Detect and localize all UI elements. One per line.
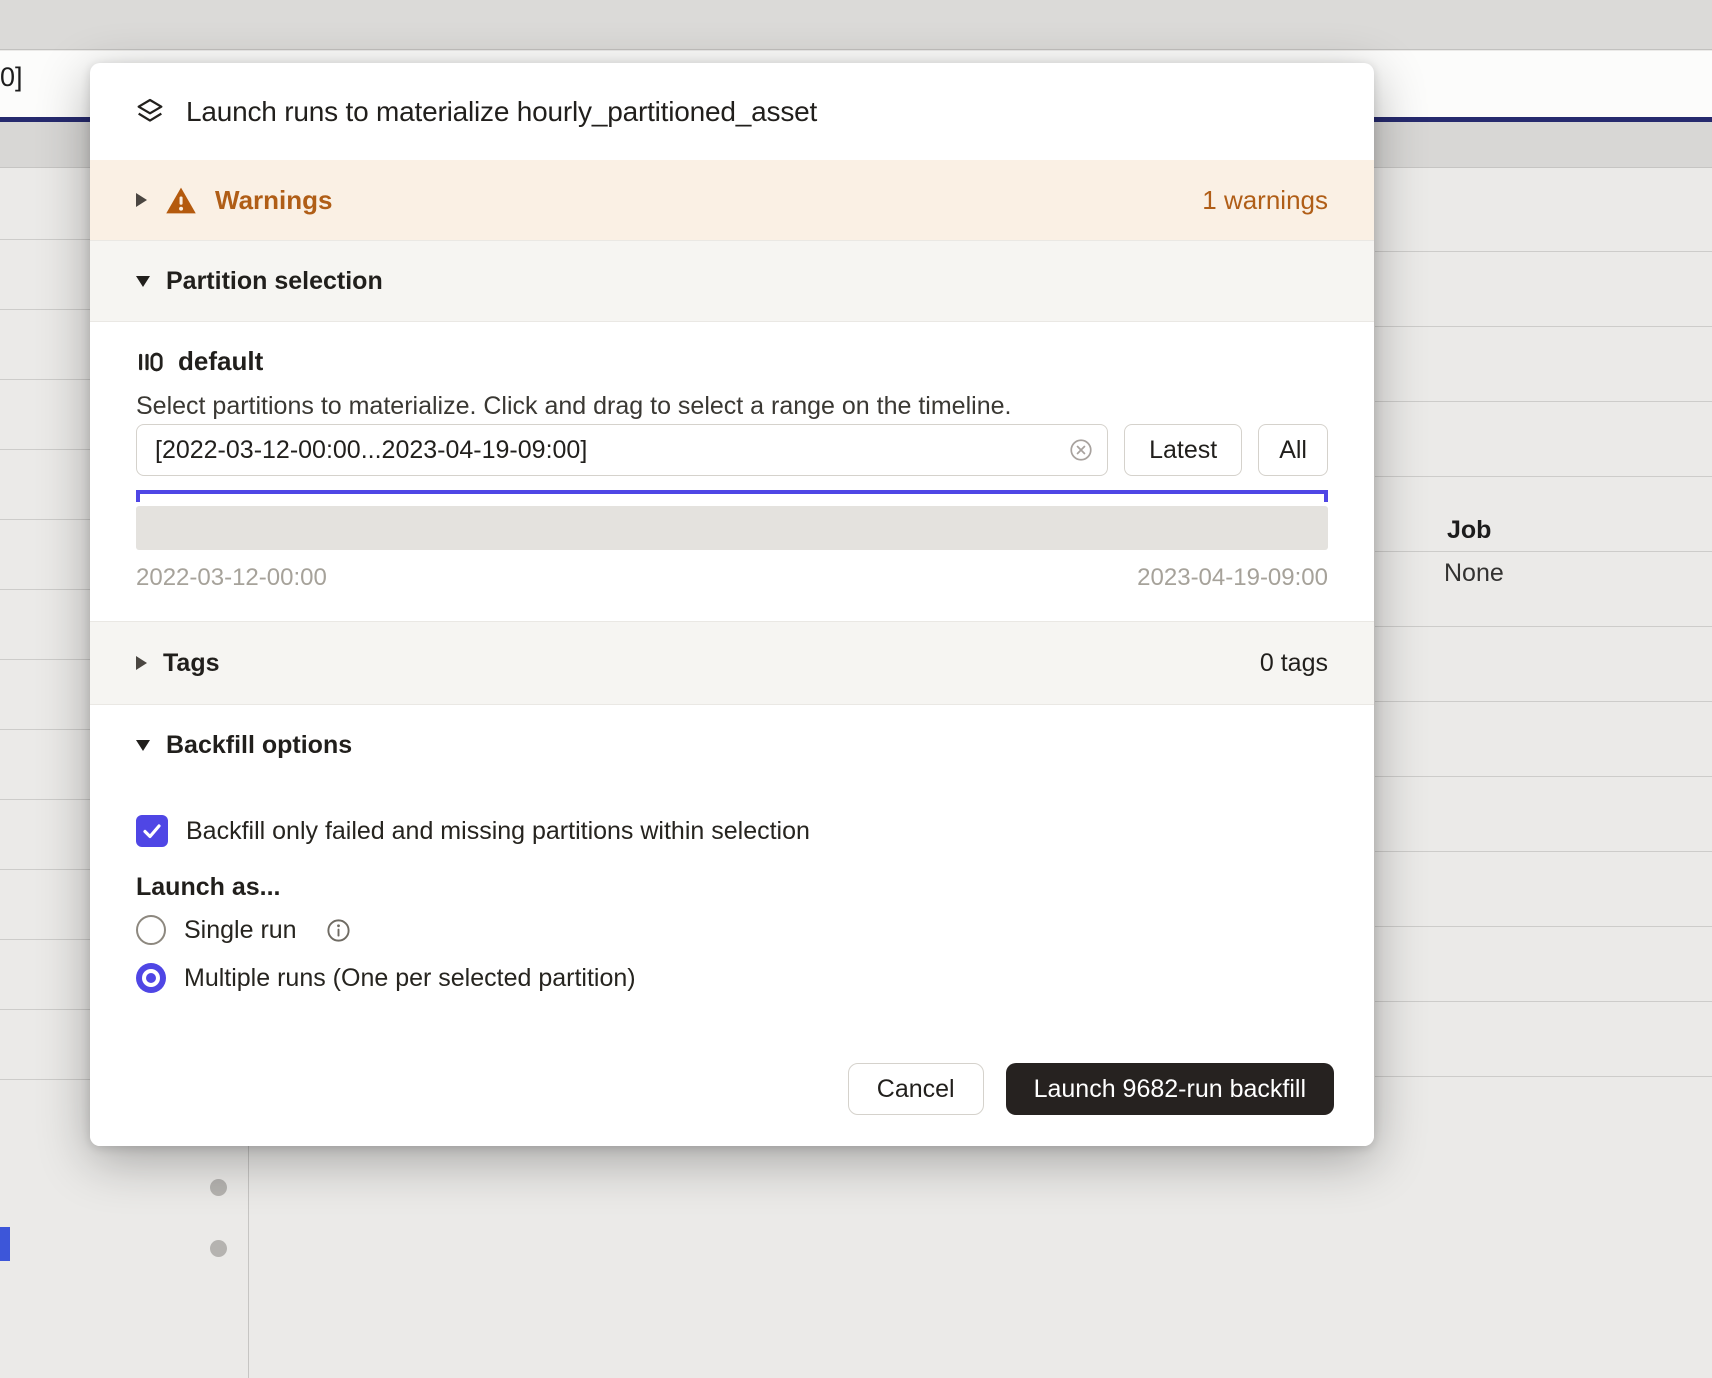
failed-missing-partitions-checkbox-row[interactable]: Backfill only failed and missing partiti… xyxy=(136,815,810,847)
warnings-section-toggle[interactable]: Warnings 1 warnings xyxy=(90,160,1374,240)
single-run-radio-row[interactable]: Single run xyxy=(136,915,352,945)
cancel-button[interactable]: Cancel xyxy=(848,1063,984,1115)
chevron-right-icon xyxy=(136,656,147,670)
multiple-runs-label: Multiple runs (One per selected partitio… xyxy=(184,964,636,993)
partition-selection-section-toggle[interactable]: Partition selection xyxy=(90,240,1374,322)
checkbox-checked xyxy=(136,815,168,847)
background-clipped-text: 0] xyxy=(0,62,23,93)
radio-selected xyxy=(136,963,166,993)
latest-button[interactable]: Latest xyxy=(1124,424,1242,476)
backfill-options-section-toggle[interactable]: Backfill options xyxy=(90,705,1374,785)
info-icon[interactable] xyxy=(325,917,352,944)
background-status-dot xyxy=(210,1179,227,1196)
tags-count: 0 tags xyxy=(1260,649,1328,678)
background-toolbar xyxy=(0,0,1712,50)
partition-range-input[interactable] xyxy=(136,424,1108,476)
chevron-down-icon xyxy=(136,276,150,287)
background-job-column-label: Job xyxy=(1447,516,1491,545)
partition-range-input-wrap xyxy=(136,424,1108,476)
partition-dimension-name: default xyxy=(178,346,263,377)
background-table-rows-left xyxy=(0,170,90,1146)
asset-layers-icon xyxy=(134,96,166,128)
all-button[interactable]: All xyxy=(1258,424,1328,476)
tags-section-toggle[interactable]: Tags 0 tags xyxy=(90,621,1374,705)
background-job-column-value: None xyxy=(1444,559,1504,588)
launch-backfill-button[interactable]: Launch 9682-run backfill xyxy=(1006,1063,1334,1115)
radio-unselected xyxy=(136,915,166,945)
multiple-runs-radio-row[interactable]: Multiple runs (One per selected partitio… xyxy=(136,963,636,993)
partition-selection-header: Partition selection xyxy=(166,267,383,296)
timeline-start-label: 2022-03-12-00:00 xyxy=(136,564,327,592)
partition-instructions: Select partitions to materialize. Click … xyxy=(136,392,1011,421)
app-background: 0] Job None Launch runs to materialize h… xyxy=(0,0,1712,1378)
background-selection-marker xyxy=(0,1227,10,1261)
timeline-end-label: 2023-04-19-09:00 xyxy=(1137,564,1328,592)
partition-dimension-row: default xyxy=(136,346,263,377)
tags-header: Tags xyxy=(163,649,220,678)
selected-range-outline xyxy=(136,490,1328,502)
checkbox-label: Backfill only failed and missing partiti… xyxy=(186,817,810,846)
background-table-rows-right xyxy=(1375,177,1712,1146)
single-run-label: Single run xyxy=(184,916,297,945)
warnings-count: 1 warnings xyxy=(1202,185,1328,216)
dialog-header: Launch runs to materialize hourly_partit… xyxy=(90,63,1374,160)
launch-as-label: Launch as... xyxy=(136,873,280,902)
background-status-dot xyxy=(210,1240,227,1257)
background-column-divider xyxy=(248,1146,249,1378)
warning-triangle-icon xyxy=(165,186,197,215)
chevron-right-icon xyxy=(136,193,147,207)
chevron-down-icon xyxy=(136,740,150,751)
warnings-label: Warnings xyxy=(215,185,332,216)
radio-selected-dot xyxy=(146,973,156,983)
clear-input-button[interactable] xyxy=(1068,437,1094,463)
clear-circle-icon xyxy=(1068,437,1094,463)
dialog-title: Launch runs to materialize hourly_partit… xyxy=(186,96,817,128)
launch-partitions-dialog: Launch runs to materialize hourly_partit… xyxy=(90,63,1374,1146)
dialog-footer: Cancel Launch 9682-run backfill xyxy=(90,1032,1374,1146)
partition-set-icon xyxy=(136,348,164,376)
partition-timeline-bar[interactable] xyxy=(136,506,1328,550)
backfill-options-content: Backfill only failed and missing partiti… xyxy=(90,785,1374,1032)
radio-selected-ring xyxy=(142,969,160,987)
partition-range-row: Latest All xyxy=(136,424,1328,476)
backfill-options-header: Backfill options xyxy=(166,731,352,760)
partition-selection-content: default Select partitions to materialize… xyxy=(90,322,1374,621)
